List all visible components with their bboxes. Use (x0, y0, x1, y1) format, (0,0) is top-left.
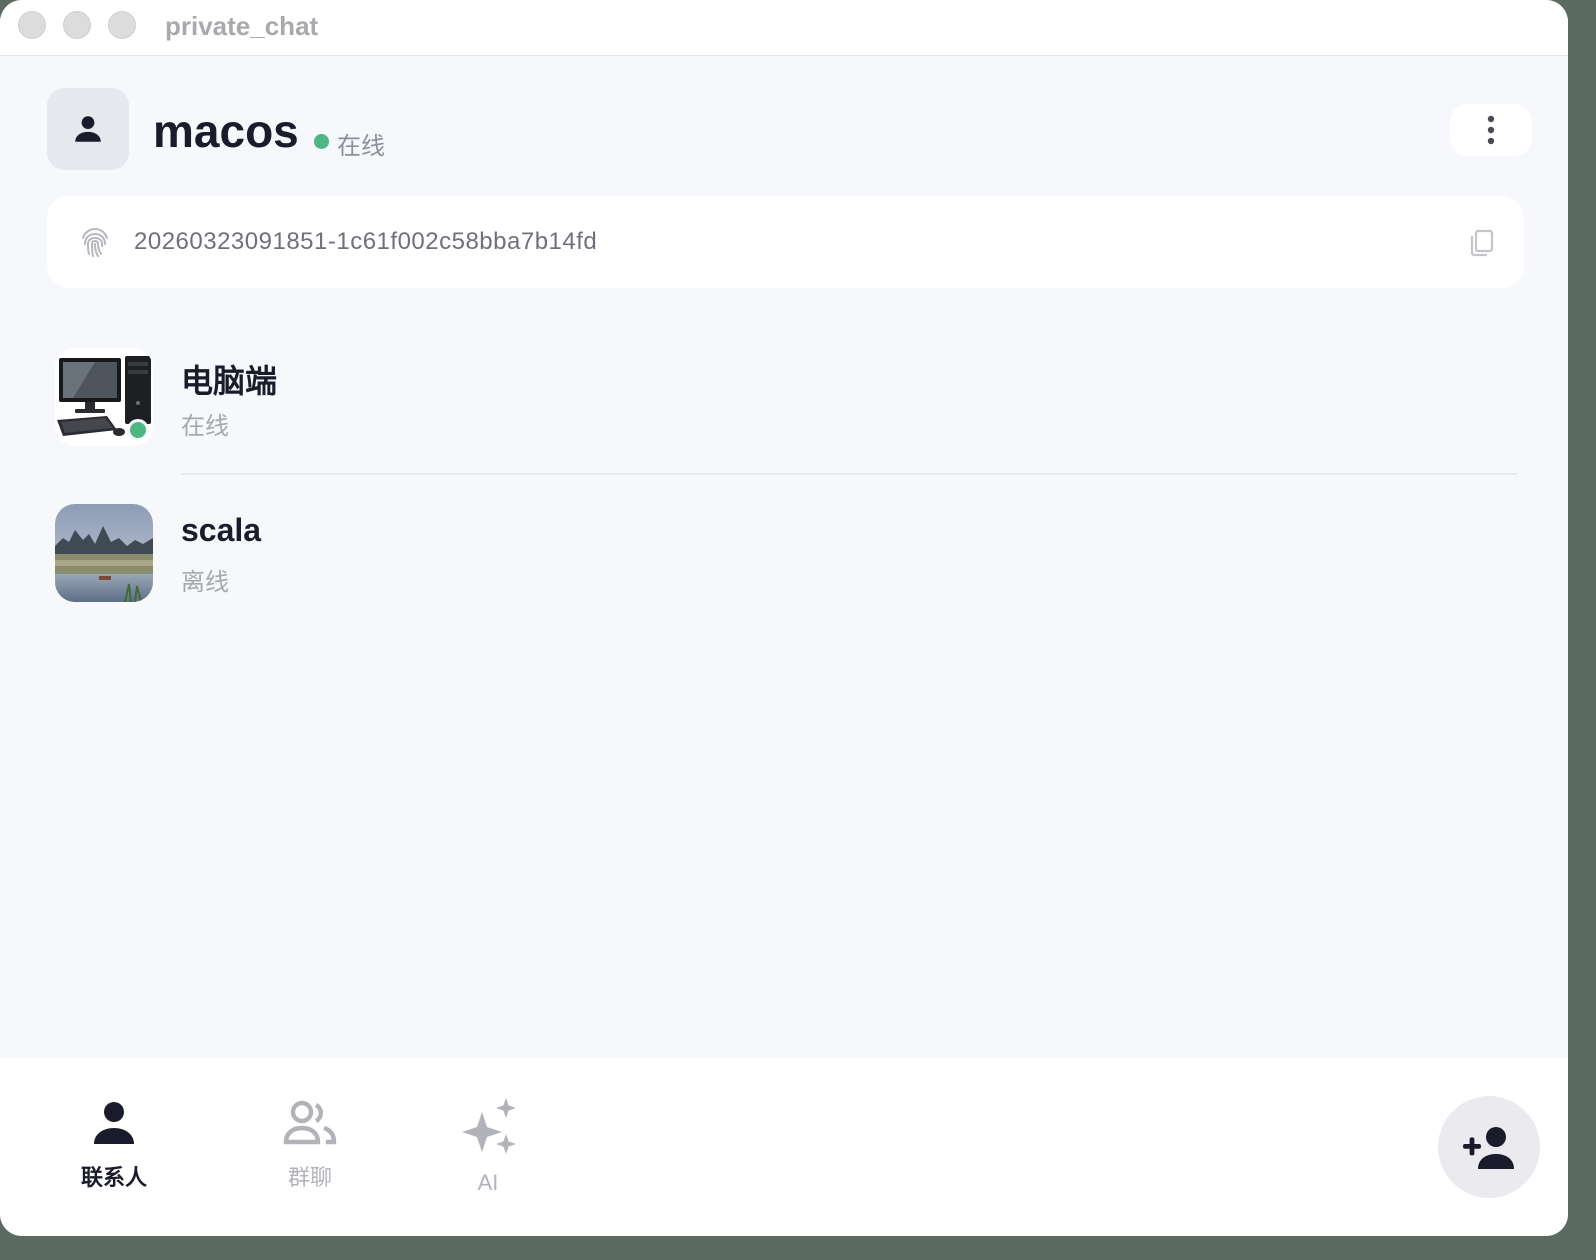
minimize-window-button[interactable] (63, 11, 91, 39)
online-status-dot (127, 419, 149, 441)
contact-name: scala (181, 512, 262, 548)
tab-contacts-label: 联系人 (80, 1165, 147, 1190)
app-window: private_chat macos 在线 20260323091851-1c6… (0, 0, 1568, 1236)
add-person-icon (1463, 1127, 1514, 1169)
user-id-card: 20260323091851-1c61f002c58bba7b14fd (47, 196, 1524, 288)
more-menu-button[interactable] (1450, 104, 1532, 156)
title-bar: private_chat (0, 0, 1568, 56)
tab-contacts[interactable]: 联系人 (54, 1098, 174, 1208)
online-status-dot (314, 134, 329, 149)
contact-status: 在线 (181, 413, 229, 440)
sparkles-icon (462, 1098, 516, 1154)
my-status-text: 在线 (337, 133, 385, 160)
contact-item[interactable]: 电脑端 在线 (0, 346, 1568, 456)
username: macos (153, 105, 299, 157)
my-avatar[interactable] (47, 88, 129, 170)
contact-name: 电脑端 (181, 363, 278, 399)
window-title: private_chat (165, 11, 319, 41)
zoom-window-button[interactable] (108, 11, 136, 39)
contact-item[interactable]: scala 离线 (0, 502, 1568, 612)
person-icon (94, 1102, 134, 1144)
close-window-button[interactable] (18, 11, 46, 39)
more-vertical-icon (1487, 115, 1495, 145)
person-icon (75, 116, 101, 142)
contact-avatar-landscape (55, 504, 153, 602)
user-id-text: 20260323091851-1c61f002c58bba7b14fd (134, 228, 598, 255)
tab-groups-label: 群聊 (287, 1165, 332, 1190)
tab-groups[interactable]: 群聊 (250, 1098, 370, 1208)
landscape-photo-image (55, 504, 153, 602)
contact-status: 离线 (181, 569, 229, 596)
fingerprint-icon (82, 227, 108, 257)
copy-icon[interactable] (1465, 226, 1497, 258)
tab-ai[interactable]: AI (428, 1098, 548, 1208)
contact-divider (181, 473, 1517, 475)
tab-ai-label: AI (477, 1170, 499, 1195)
people-icon (283, 1100, 337, 1145)
bottom-navigation: 联系人 群聊 AI (0, 1058, 1568, 1236)
add-contact-button[interactable] (1438, 1096, 1540, 1198)
